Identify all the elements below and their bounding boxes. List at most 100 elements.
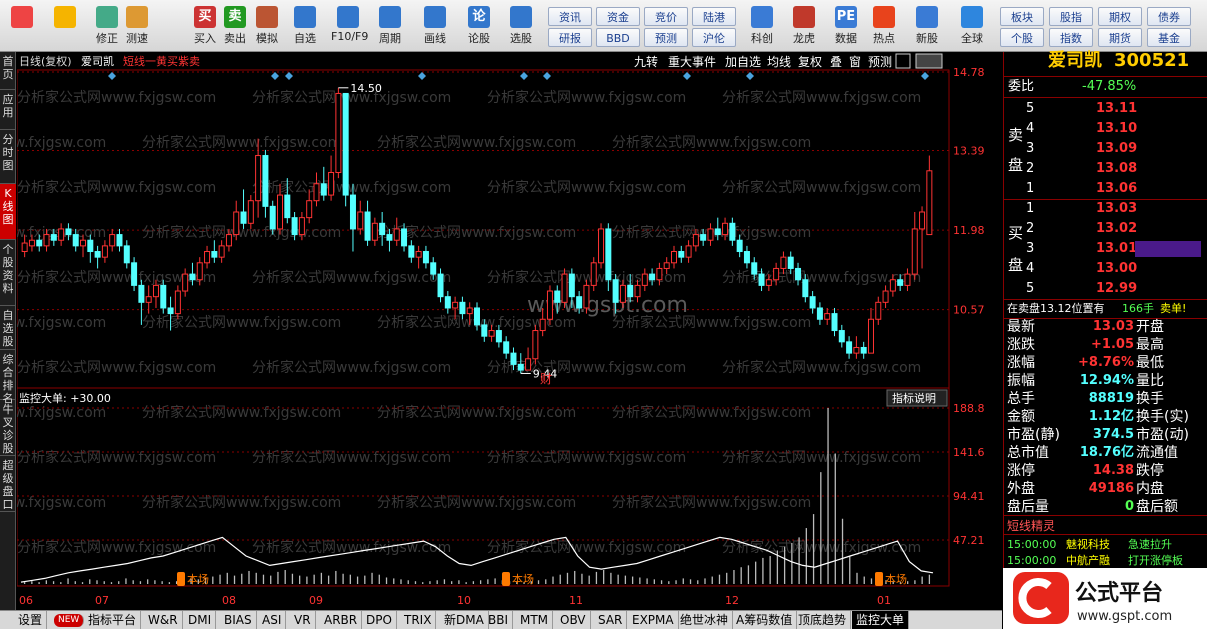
chart-header-button-3[interactable]: 均线 [767, 55, 791, 69]
kline-chart-svg[interactable]: 日线(复权) 爱司凯 短线一黄买紫卖 九转 重大事件 加自选 均线 复权叠窗预测 14.78 13… [17, 52, 1002, 610]
toolbar-market-button-0[interactable]: 板块 [1000, 7, 1044, 26]
event-marker-icon[interactable] [921, 72, 929, 80]
toolbar-small-button-5[interactable]: BBD [596, 28, 640, 47]
toolbar-button-3[interactable]: 测速 [120, 4, 154, 48]
toolbar-market-button-6[interactable]: 期货 [1098, 28, 1142, 47]
toolbar-button-2[interactable]: 修正 [90, 4, 124, 48]
toolbar-small-button-1[interactable]: 资金 [596, 7, 640, 26]
lock-icon[interactable] [895, 53, 911, 69]
toolbar-button-12[interactable]: 选股 [504, 4, 538, 48]
toolbar-right-button-4[interactable]: 新股 [910, 4, 944, 48]
toolbar-market-button-2[interactable]: 期权 [1098, 7, 1142, 26]
stat-value: 12.94% [1079, 373, 1134, 388]
toolbar-small-button-4[interactable]: 研报 [548, 28, 592, 47]
toolbar-market-button-4[interactable]: 个股 [1000, 28, 1044, 47]
toolbar-right-button-3[interactable]: 热点 [867, 4, 901, 48]
event-marker-icon[interactable] [520, 72, 528, 80]
event-marker-icon[interactable] [683, 72, 691, 80]
toolbar-button-5[interactable]: 卖卖出 [218, 4, 252, 48]
side-tab-3[interactable]: K线图 [0, 184, 16, 240]
entry-marker-icon [875, 572, 883, 586]
side-tab-7[interactable]: 牛叉诊股 [0, 400, 16, 456]
side-tab-2[interactable]: 分时图 [0, 130, 16, 184]
side-tab-5[interactable]: 自选股 [0, 306, 16, 350]
indicator-tab-16[interactable]: EXPMA [628, 611, 679, 629]
side-tab-4[interactable]: 个股资料 [0, 240, 16, 306]
indicator-tab-11[interactable]: 新DMA [440, 611, 489, 629]
toolbar-button-label: 画线 [424, 32, 446, 45]
toolbar-right-button-2[interactable]: PE 数据 [829, 4, 863, 48]
quote-stat-row: 涨跌 +1.05 最高 [1004, 336, 1207, 354]
indicator-tab-20[interactable]: 监控大单 [852, 611, 910, 629]
toolbar-button-label: 周期 [379, 32, 401, 45]
toolbar-small-button-2[interactable]: 竞价 [644, 7, 688, 26]
candle-body [831, 313, 838, 332]
indicator-tab-15[interactable]: SAR [594, 611, 628, 629]
candle-body [889, 279, 896, 292]
side-tab-1[interactable]: 应用 [0, 90, 16, 130]
toolbar-button-6[interactable]: 模拟 [250, 4, 284, 48]
indicator-tab-9[interactable]: DPO [362, 611, 397, 629]
quote-divider [1004, 534, 1207, 535]
event-marker-icon[interactable] [285, 72, 293, 80]
chart-header-button-2[interactable]: 加自选 [725, 55, 761, 69]
indicator-tab-8[interactable]: ARBR [320, 611, 363, 629]
side-tab-0[interactable]: 首页 [0, 52, 16, 90]
indicator-tab-14[interactable]: OBV [556, 611, 591, 629]
event-marker-icon[interactable] [746, 72, 754, 80]
chart-header-button-0[interactable]: 九转 [634, 54, 658, 69]
order-note-row: 在卖盘13.12位置有 166手 卖单! [1004, 300, 1207, 318]
indicator-tab-6[interactable]: ASI [258, 611, 287, 629]
candle-body [692, 234, 699, 247]
select-stock-icon [510, 6, 532, 28]
toolbar-button-8[interactable]: F10/F9 [331, 4, 368, 48]
toolbar-right-button-1[interactable]: 龙虎 [787, 4, 821, 48]
toolbar-right-button-0[interactable]: 科创 [745, 4, 779, 48]
indicator-tab-19[interactable]: 顶底趋势 [794, 611, 852, 629]
toolbar-button-9[interactable]: 周期 [373, 4, 407, 48]
indicator-tab-2[interactable]: 指标平台 [84, 611, 142, 629]
toolbar-button-7[interactable]: 自选 [288, 4, 322, 48]
toolbar-small-button-7[interactable]: 沪伦 [692, 28, 736, 47]
toolbar-market-button-7[interactable]: 基金 [1147, 28, 1191, 47]
side-tab-8[interactable]: 超级盘口 [0, 456, 16, 512]
toolbar-small-button-0[interactable]: 资讯 [548, 7, 592, 26]
toolbar-button-10[interactable]: 画线 [418, 4, 452, 48]
toolbar-button-label: 模拟 [256, 32, 278, 45]
chart-header-button-1[interactable]: 重大事件 [668, 55, 716, 69]
indicator-tab-13[interactable]: MTM [516, 611, 554, 629]
event-marker-icon[interactable] [543, 72, 551, 80]
toolbar-button-0[interactable] [5, 4, 39, 48]
chart-header-button-4[interactable]: 复权 [798, 55, 822, 69]
finance-marker[interactable]: 财 [540, 372, 552, 386]
panel-toggle-icon[interactable] [915, 53, 943, 69]
chart-header-button-6[interactable]: 窗 [849, 55, 861, 69]
indicator-tab-4[interactable]: DMI [184, 611, 217, 629]
indicator-help-button[interactable]: 指标说明 [892, 391, 936, 405]
event-marker-icon[interactable] [418, 72, 426, 80]
chart-header-button-7[interactable]: 预测 [868, 55, 892, 69]
toolbar-market-button-5[interactable]: 指数 [1049, 28, 1093, 47]
kline-chart-panel[interactable]: 日线(复权) 爱司凯 短线一黄买紫卖 九转 重大事件 加自选 均线 复权叠窗预测 14.78 13… [17, 52, 1002, 607]
toolbar-small-button-6[interactable]: 预测 [644, 28, 688, 47]
side-tab-6[interactable]: 综合排名 [0, 350, 16, 405]
toolbar-button-11[interactable]: 论论股 [462, 4, 496, 48]
indicator-tab-3[interactable]: W&R [144, 611, 183, 629]
toolbar-market-button-1[interactable]: 股指 [1049, 7, 1093, 26]
indicator-tab-1[interactable]: NEW [54, 614, 85, 627]
event-marker-icon[interactable] [108, 72, 116, 80]
indicator-tab-7[interactable]: VR [290, 611, 316, 629]
indicator-tab-5[interactable]: BIAS [220, 611, 257, 629]
toolbar-small-button-3[interactable]: 陆港 [692, 7, 736, 26]
toolbar-button-4[interactable]: 买买入 [188, 4, 222, 48]
toolbar-button-1[interactable] [48, 4, 82, 48]
indicator-tab-10[interactable]: TRIX [400, 611, 437, 629]
toolbar-right-button-5[interactable]: 全球 [955, 4, 989, 48]
indicator-tab-0[interactable]: 设置 [14, 611, 48, 629]
toolbar-market-button-3[interactable]: 债券 [1147, 7, 1191, 26]
indicator-tab-17[interactable]: 绝世冰神 [676, 611, 734, 629]
indicator-tab-12[interactable]: BBI [484, 611, 514, 629]
event-marker-icon[interactable] [271, 72, 279, 80]
chart-header-button-5[interactable]: 叠 [830, 55, 842, 69]
indicator-tab-18[interactable]: A筹码数值 [732, 611, 798, 629]
